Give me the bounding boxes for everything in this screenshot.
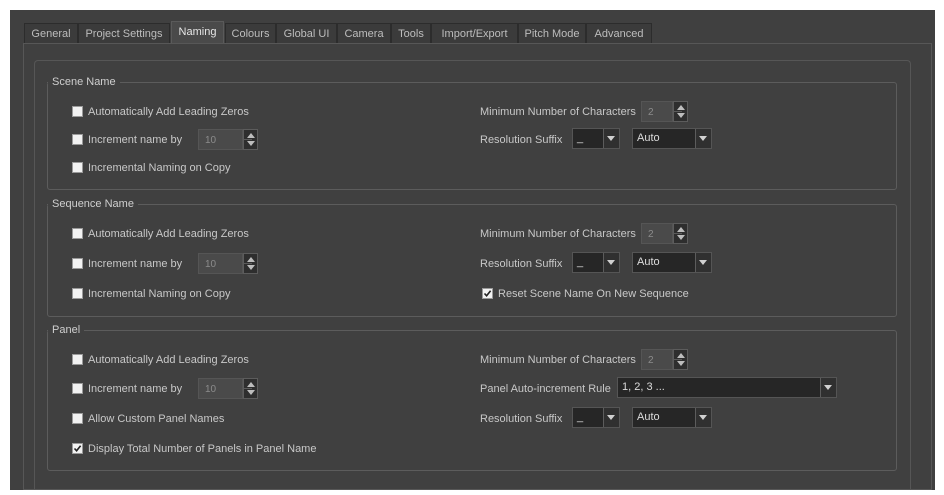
sequence-mode-value: Auto [637, 256, 660, 268]
panel-auto-rule-label: Panel Auto-increment Rule [480, 383, 611, 395]
preferences-window: General Project Settings Naming Colours … [10, 10, 935, 490]
custom-panel-names-label: Allow Custom Panel Names [88, 413, 225, 425]
scene-res-suffix-label: Resolution Suffix [480, 134, 563, 146]
scene-mode-value: Auto [637, 132, 660, 144]
scene-increment-label: Increment name by [88, 134, 183, 146]
chevron-down-icon [820, 378, 836, 397]
checkmark-icon [73, 445, 82, 453]
chevron-down-icon [603, 253, 619, 272]
sequence-res-suffix-mode-dropdown[interactable]: Auto [632, 252, 712, 273]
scene-min-chars-label: Minimum Number of Characters [480, 106, 636, 118]
panel-min-chars-value[interactable]: 2 [641, 349, 673, 370]
tab-advanced[interactable]: Advanced [586, 23, 652, 43]
tab-colours[interactable]: Colours [225, 23, 276, 43]
sequence-leading-zeros-checkbox[interactable] [72, 228, 83, 239]
tab-project-settings[interactable]: Project Settings [78, 23, 170, 43]
panel-increment-checkbox[interactable] [72, 383, 83, 394]
sequence-increment-checkbox[interactable] [72, 258, 83, 269]
sequence-increment-stepper[interactable] [243, 253, 258, 274]
reset-scene-name-label: Reset Scene Name On New Sequence [498, 288, 689, 300]
chevron-down-icon [695, 129, 711, 148]
sequence-separator-value: _ [577, 256, 584, 268]
sequence-res-suffix-separator-dropdown[interactable]: _ [572, 252, 620, 273]
tab-tools[interactable]: Tools [391, 23, 431, 43]
display-total-panels-checkbox[interactable] [72, 443, 83, 454]
panel-res-suffix-label: Resolution Suffix [480, 413, 563, 425]
panel-min-chars-label: Minimum Number of Characters [480, 354, 636, 366]
panel-separator-value: _ [577, 411, 584, 423]
sequence-incremental-copy-checkbox[interactable] [72, 288, 83, 299]
panel-increment-label: Increment name by [88, 383, 183, 395]
panel-mode-value: Auto [637, 411, 660, 423]
panel-auto-rule-dropdown[interactable]: 1, 2, 3 ... [617, 377, 837, 398]
scene-res-suffix-mode-dropdown[interactable]: Auto [632, 128, 712, 149]
custom-panel-names-checkbox[interactable] [72, 413, 83, 424]
sequence-name-title: Sequence Name [48, 197, 138, 211]
panel-res-suffix-mode-dropdown[interactable]: Auto [632, 407, 712, 428]
tab-general[interactable]: General [24, 23, 78, 43]
chevron-down-icon [695, 408, 711, 427]
chevron-down-icon [695, 253, 711, 272]
scene-increment-stepper[interactable] [243, 129, 258, 150]
checkmark-icon [483, 290, 492, 298]
panel-leading-zeros-label: Automatically Add Leading Zeros [88, 354, 249, 366]
tab-global-ui[interactable]: Global UI [276, 23, 337, 43]
scene-leading-zeros-label: Automatically Add Leading Zeros [88, 106, 249, 118]
scene-increment-checkbox[interactable] [72, 134, 83, 145]
tab-pitch-mode[interactable]: Pitch Mode [518, 23, 586, 43]
sequence-min-chars-value[interactable]: 2 [641, 223, 673, 244]
chevron-down-icon [603, 129, 619, 148]
tab-naming[interactable]: Naming [171, 21, 224, 44]
sequence-incremental-copy-label: Incremental Naming on Copy [88, 288, 231, 300]
reset-scene-name-checkbox[interactable] [482, 288, 493, 299]
scene-incremental-copy-checkbox[interactable] [72, 162, 83, 173]
sequence-increment-value[interactable]: 10 [198, 253, 243, 274]
panel-res-suffix-separator-dropdown[interactable]: _ [572, 407, 620, 428]
sequence-res-suffix-label: Resolution Suffix [480, 258, 563, 270]
panel-increment-stepper[interactable] [243, 378, 258, 399]
panel-leading-zeros-checkbox[interactable] [72, 354, 83, 365]
sequence-leading-zeros-label: Automatically Add Leading Zeros [88, 228, 249, 240]
scene-min-chars-value[interactable]: 2 [641, 101, 673, 122]
sequence-increment-label: Increment name by [88, 258, 183, 270]
scene-leading-zeros-checkbox[interactable] [72, 106, 83, 117]
display-total-panels-label: Display Total Number of Panels in Panel … [88, 443, 317, 455]
scene-res-suffix-separator-dropdown[interactable]: _ [572, 128, 620, 149]
panel-title: Panel [48, 323, 85, 337]
scene-incremental-copy-label: Incremental Naming on Copy [88, 162, 231, 174]
scene-separator-value: _ [577, 132, 584, 144]
sequence-min-chars-stepper[interactable] [673, 223, 688, 244]
scene-min-chars-stepper[interactable] [673, 101, 688, 122]
sequence-min-chars-label: Minimum Number of Characters [480, 228, 636, 240]
panel-auto-rule-value: 1, 2, 3 ... [622, 381, 665, 393]
scene-name-title: Scene Name [48, 75, 120, 89]
chevron-down-icon [603, 408, 619, 427]
tab-import-export[interactable]: Import/Export [431, 23, 518, 43]
panel-min-chars-stepper[interactable] [673, 349, 688, 370]
tab-camera[interactable]: Camera [337, 23, 391, 43]
panel-increment-value[interactable]: 10 [198, 378, 243, 399]
scene-increment-value[interactable]: 10 [198, 129, 243, 150]
